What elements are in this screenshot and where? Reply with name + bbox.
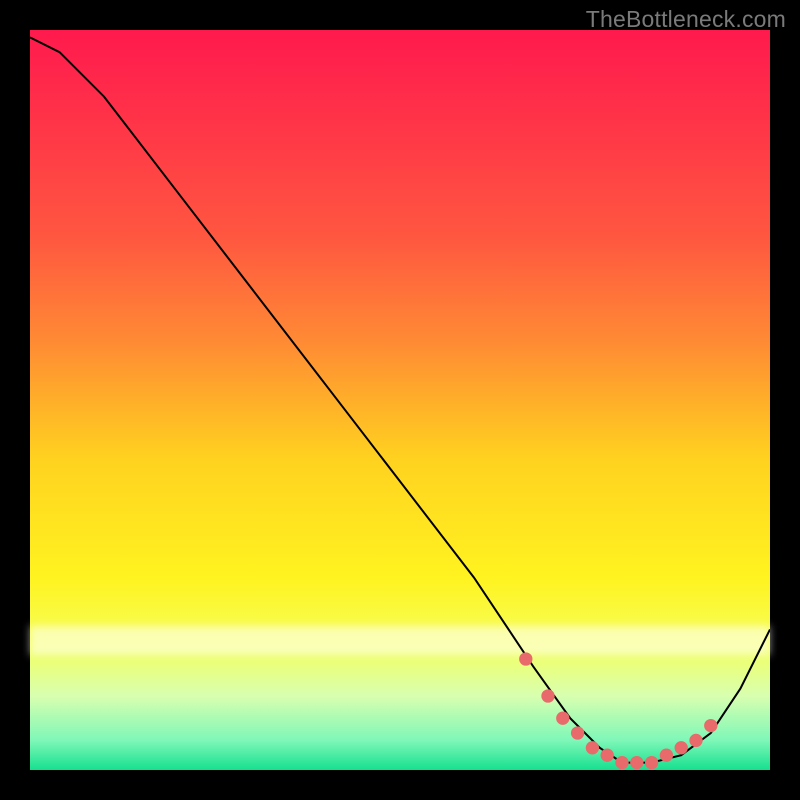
chart-frame: TheBottleneck.com [0,0,800,800]
plot-area [30,30,770,770]
marker-point [601,749,614,762]
marker-point [556,712,569,725]
chart-svg [30,30,770,770]
marker-point [689,734,702,747]
curve-layer [30,37,770,762]
watermark-text: TheBottleneck.com [586,6,786,33]
marker-point [675,741,688,754]
marker-point [704,719,717,732]
marker-point [571,726,584,739]
marker-point [615,756,628,769]
marker-point [630,756,643,769]
marker-point [541,689,554,702]
marker-point [645,756,658,769]
marker-point [586,741,599,754]
marker-point [660,749,673,762]
marker-point [519,652,532,665]
bottleneck-curve [30,37,770,762]
marker-layer [519,652,717,769]
